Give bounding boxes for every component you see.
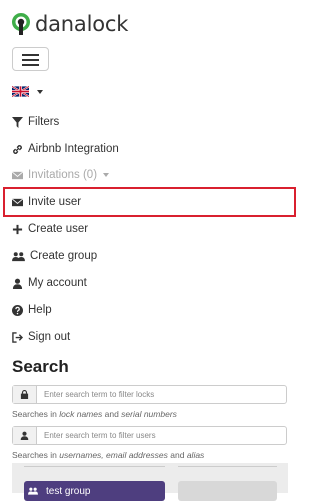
sign-out-icon [12,331,23,343]
nav-item-label: Invitations (0) [28,169,98,181]
nav-item-my-account[interactable]: My account [12,275,87,291]
nav-item-label: Invite user [28,196,82,208]
brand-name: danalock [35,12,129,36]
nav-item-sign-out[interactable]: Sign out [12,329,70,345]
nav-item-filters[interactable]: Filters [12,114,59,130]
nav-item-label: Airbnb Integration [28,143,119,155]
chevron-down-icon [37,89,43,94]
hamburger-line [22,54,39,56]
help-text: and [102,409,122,419]
users-icon [12,251,25,261]
nav-item-create-user[interactable]: Create user [12,221,88,237]
nav-item-invitations[interactable]: Invitations (0) [12,167,110,183]
link-icon [13,144,22,154]
lock-search-field[interactable] [12,385,287,404]
nav-item-label: Create group [30,250,98,262]
envelope-icon [12,197,23,206]
menu-toggle-button[interactable] [12,47,49,71]
group-button-test-group[interactable]: test group [24,481,165,501]
lock-search-help: Searches in lock names and serial number… [12,409,177,419]
nav-item-create-group[interactable]: Create group [12,248,97,264]
secondary-button[interactable] [178,481,277,501]
divider [24,466,165,467]
nav-item-label: My account [28,277,87,289]
help-emphasis: serial numbers [121,409,177,419]
divider [178,466,277,467]
search-heading: Search [12,357,69,376]
help-emphasis: alias [186,450,205,460]
help-text: Searches in [12,450,60,460]
filter-icon [12,116,23,128]
language-selector[interactable] [12,86,43,97]
question-circle-icon [12,304,23,316]
nav-item-label: Sign out [28,331,71,343]
user-icon [12,278,23,289]
danalock-logo[interactable]: danalock [11,12,128,36]
user-search-input[interactable] [37,427,286,444]
hamburger-line [22,64,39,66]
users-icon [28,487,38,495]
plus-icon [12,224,23,234]
user-addon [13,427,37,444]
user-search-help: Searches in usernames, email addresses a… [12,450,204,460]
group-button-label: test group [46,485,91,497]
nav-item-label: Create user [28,223,89,235]
chevron-down-icon [103,173,110,177]
nav-item-label: Filters [28,116,60,128]
nav-item-airbnb-integration[interactable]: Airbnb Integration [12,141,119,157]
nav-item-invite-user[interactable]: Invite user [12,194,81,210]
user-search-field[interactable] [12,426,287,445]
help-text: and [167,450,187,460]
hamburger-line [22,59,39,61]
help-emphasis: lock names [59,409,103,419]
uk-flag-icon [12,86,29,97]
danalock-logo-icon [11,13,30,35]
help-text: Searches in [12,409,60,419]
nav-item-label: Help [28,304,52,316]
lock-addon [13,386,37,403]
envelope-icon [12,170,23,179]
lock-icon [20,390,29,399]
nav-item-help[interactable]: Help [12,302,52,318]
help-emphasis: usernames, email addresses [59,450,168,460]
lock-search-input[interactable] [37,386,286,403]
user-icon [20,431,29,440]
